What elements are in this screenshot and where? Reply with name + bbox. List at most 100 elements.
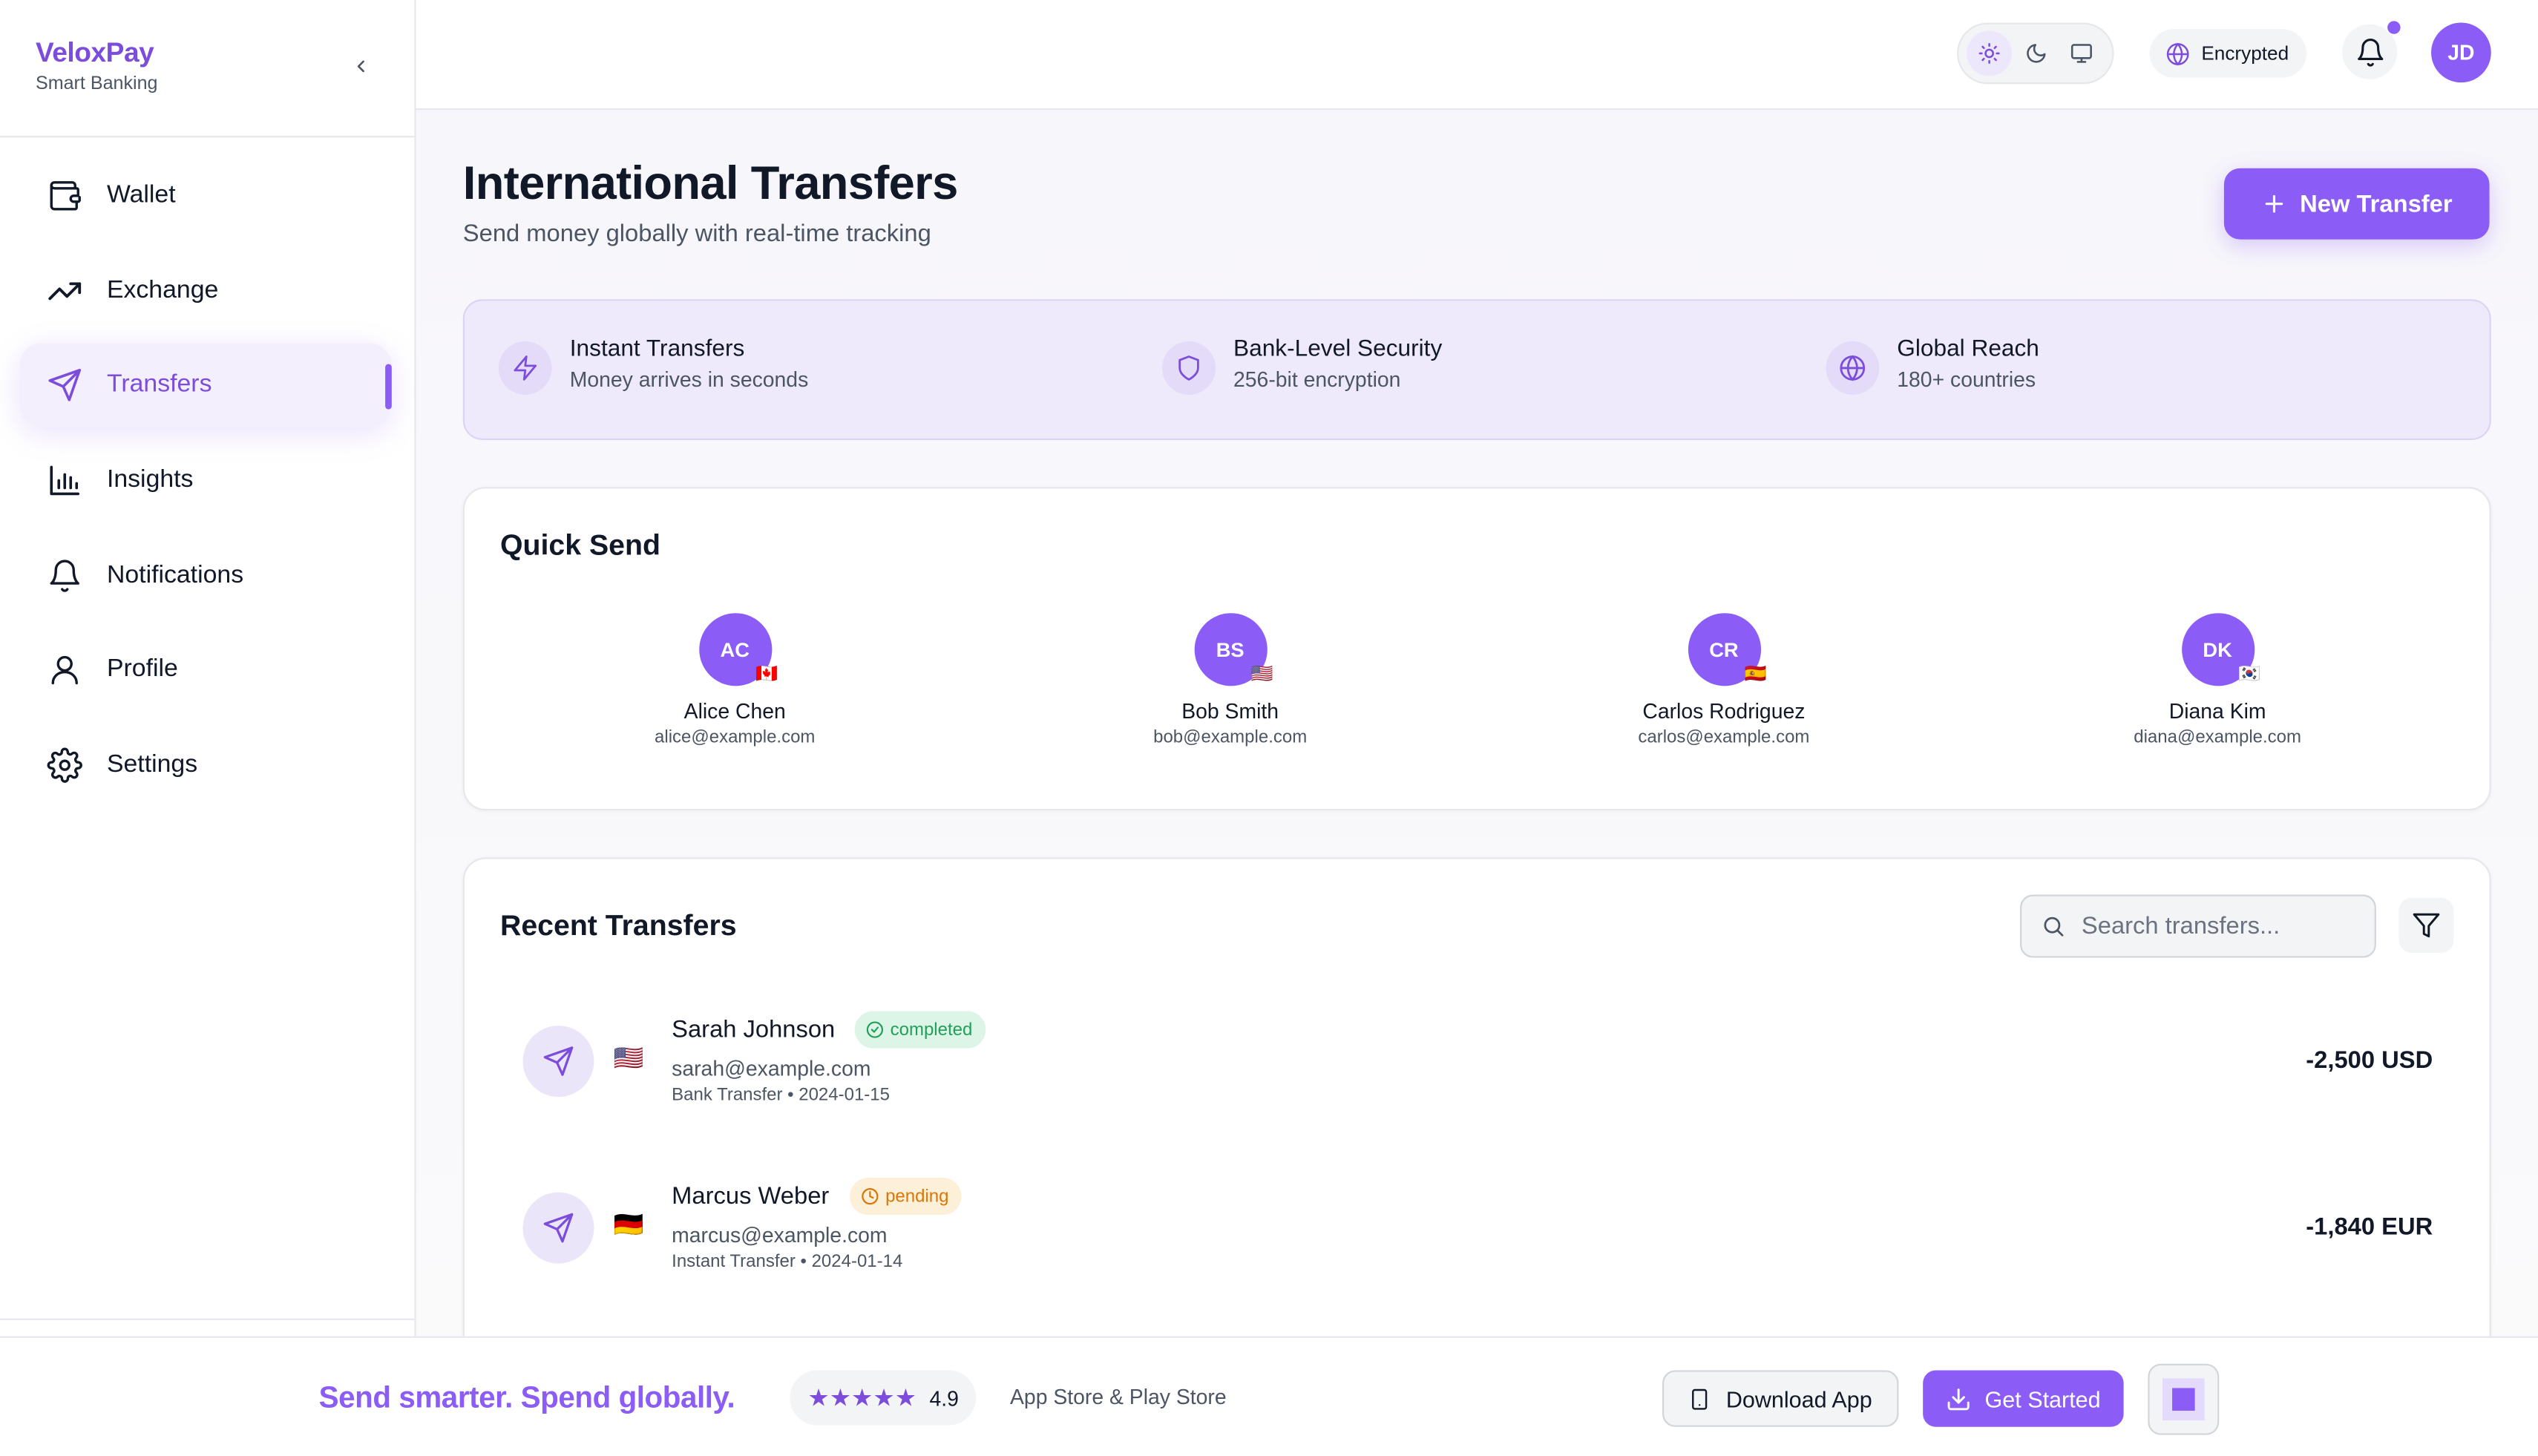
active-indicator [385, 364, 392, 410]
recent-transfers-title: Recent Transfers [499, 909, 737, 942]
send-icon [45, 366, 84, 404]
sidebar-item-profile[interactable]: Profile [19, 629, 392, 712]
sun-icon [1978, 42, 2000, 64]
globe-icon [1826, 341, 1880, 395]
rating-value: 4.9 [929, 1386, 959, 1410]
quick-send-contact[interactable]: BS 🇺🇸 Bob Smith bob@example.com [1069, 613, 1392, 747]
plus-icon [2265, 194, 2283, 213]
sidebar-item-transfers[interactable]: Transfers [19, 343, 392, 428]
download-app-label: Download App [1725, 1386, 1872, 1412]
collapse-sidebar-button[interactable] [343, 48, 378, 84]
feature-title: Bank-Level Security [1233, 336, 1443, 363]
filter-button[interactable] [2398, 897, 2454, 954]
app-root: VeloxPay Smart Banking Wallet Exchange T… [0, 0, 2538, 1456]
sidebar-item-insights[interactable]: Insights [19, 439, 392, 522]
sidebar-item-label: Profile [106, 655, 178, 683]
check-circle-icon [866, 1021, 883, 1038]
brand-name: VeloxPay [35, 37, 154, 68]
clock-icon [862, 1188, 879, 1205]
feature-instant-transfers: Instant Transfers Money arrives in secon… [498, 336, 808, 395]
contact-name: Carlos Rodriguez [1642, 698, 1806, 724]
store-availability: App Store & Play Store [1010, 1385, 1227, 1409]
status-label: completed [890, 1020, 973, 1040]
search-box [2020, 894, 2376, 958]
transfer-email: marcus@example.com [672, 1223, 888, 1247]
avatar: CR 🇪🇸 [1687, 613, 1767, 686]
spain-flag-icon: 🇪🇸 [1744, 664, 1767, 685]
zap-icon [498, 341, 552, 395]
star-rating-icon: ★★★★★ [807, 1385, 917, 1413]
avatar-initials: CR [1709, 638, 1739, 661]
send-icon [522, 1026, 594, 1098]
app-rating: ★★★★★ 4.9 [790, 1370, 977, 1426]
chevron-left-icon [357, 60, 364, 73]
avatar: DK 🇰🇷 [2181, 613, 2260, 686]
smartphone-icon [1692, 1388, 1708, 1409]
send-icon [522, 1192, 594, 1264]
wallet-icon [45, 177, 84, 215]
unread-indicator [2385, 19, 2402, 36]
quick-send-title: Quick Send [499, 528, 660, 562]
contact-email: diana@example.com [2134, 728, 2302, 748]
bell-icon [2357, 38, 2383, 66]
new-transfer-button[interactable]: New Transfer [2223, 168, 2490, 240]
contact-email: bob@example.com [1153, 728, 1308, 748]
quick-send-contact[interactable]: CR 🇪🇸 Carlos Rodriguez carlos@example.co… [1562, 613, 1886, 747]
sidebar-divider [0, 1318, 415, 1320]
sidebar-item-settings[interactable]: Settings [19, 724, 392, 807]
contact-name: Alice Chen [683, 698, 786, 724]
main-content: International Transfers Send money globa… [416, 110, 2538, 1456]
notifications-button[interactable] [2342, 19, 2402, 79]
stop-button[interactable] [2148, 1363, 2220, 1435]
canada-flag-icon: 🇨🇦 [755, 664, 778, 685]
brand: VeloxPay Smart Banking [36, 37, 158, 94]
sidebar-item-notifications[interactable]: Notifications [19, 534, 392, 617]
transfer-amount: -2,500 USD [2306, 1046, 2433, 1075]
quick-send-contact[interactable]: DK 🇰🇷 Diana Kim diana@example.com [2056, 613, 2379, 747]
sidebar-item-exchange[interactable]: Exchange [19, 249, 392, 332]
avatar: AC 🇨🇦 [698, 613, 778, 686]
moon-icon [2026, 44, 2045, 63]
encryption-status-badge[interactable]: Encrypted [2149, 29, 2307, 78]
avatar-initials: AC [720, 638, 750, 661]
transfer-recipient-name: Sarah Johnson [672, 1016, 836, 1044]
stop-icon [2162, 1378, 2205, 1421]
download-icon [1948, 1388, 1970, 1410]
sidebar-nav: Wallet Exchange Transfers Insights Notif… [19, 154, 392, 819]
search-input[interactable] [2081, 912, 2357, 940]
encryption-label: Encrypted [2201, 42, 2289, 65]
bar-chart-icon [45, 461, 84, 499]
promo-bar: Send smarter. Spend globally. ★★★★★ 4.9 … [0, 1336, 2538, 1456]
theme-system-button[interactable] [2059, 30, 2104, 76]
contact-name: Bob Smith [1181, 698, 1279, 724]
download-app-button[interactable]: Download App [1662, 1370, 1899, 1427]
us-flag-icon: 🇺🇸 [1250, 664, 1273, 685]
sidebar-item-label: Transfers [106, 371, 212, 399]
search-icon [2044, 916, 2064, 937]
transfer-meta: Bank Transfer • 2024-01-15 [672, 1085, 891, 1105]
avatar-initials: BS [1216, 638, 1245, 661]
sidebar-item-label: Insights [106, 465, 194, 494]
theme-light-button[interactable] [1967, 30, 2012, 76]
sidebar-item-wallet[interactable]: Wallet [19, 154, 392, 237]
feature-subtitle: 256-bit encryption [1233, 367, 1401, 392]
theme-dark-button[interactable] [2013, 30, 2058, 76]
germany-flag-icon: 🇩🇪 [613, 1211, 644, 1239]
transfer-email: sarah@example.com [672, 1056, 871, 1081]
monitor-icon [2071, 44, 2093, 63]
contact-email: carlos@example.com [1638, 728, 1810, 748]
get-started-button[interactable]: Get Started [1923, 1370, 2124, 1427]
page-subtitle: Send money globally with real-time track… [462, 220, 931, 248]
page-title: International Transfers [462, 158, 959, 211]
sidebar-item-label: Exchange [106, 276, 219, 304]
sidebar-divider [0, 136, 415, 138]
filter-icon [2413, 913, 2440, 938]
feature-title: Global Reach [1897, 336, 2039, 363]
feature-title: Instant Transfers [569, 336, 745, 363]
transfer-row[interactable]: 🇩🇪 Marcus Weber pending marcus@example.c… [522, 1165, 2433, 1294]
transfer-row[interactable]: 🇺🇸 Sarah Johnson completed sarah@example… [522, 998, 2433, 1127]
user-icon [45, 651, 84, 689]
status-badge: completed [854, 1011, 986, 1049]
user-avatar[interactable]: JD [2431, 22, 2491, 83]
quick-send-contact[interactable]: AC 🇨🇦 Alice Chen alice@example.com [573, 613, 896, 747]
